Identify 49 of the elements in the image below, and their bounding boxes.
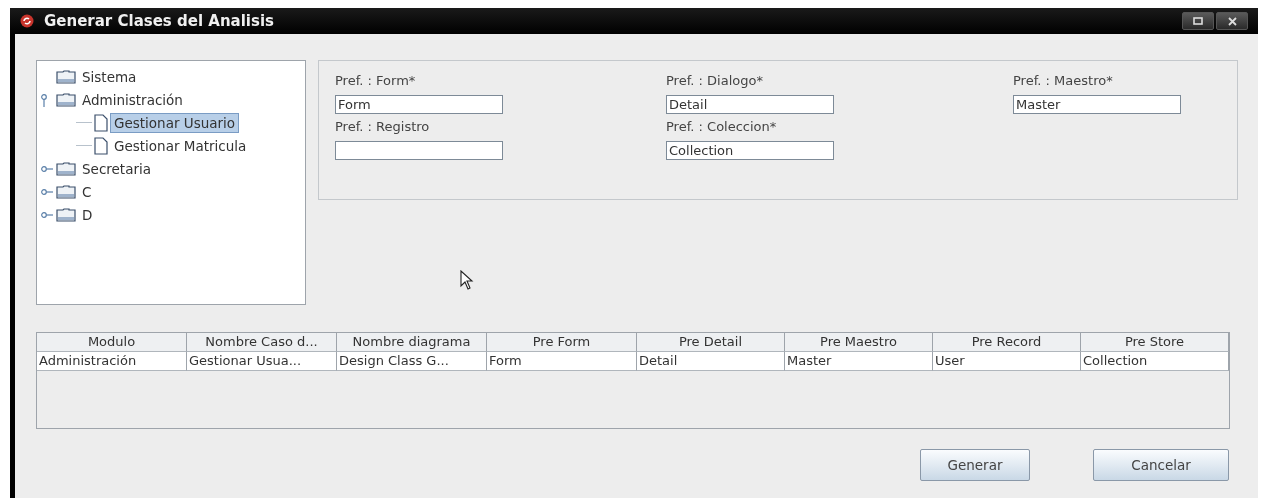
document-item[interactable]: Gestionar Usuario	[110, 112, 240, 133]
table-cell: Design Class G...	[337, 352, 487, 371]
maximize-button[interactable]	[1182, 12, 1214, 30]
document-icon	[94, 136, 108, 155]
table-cell: Administración	[37, 352, 187, 371]
column-header[interactable]: Pre Form	[487, 333, 637, 352]
input-field[interactable]: Form	[335, 95, 503, 114]
window-title: Generar Clases del Analisis	[44, 12, 274, 30]
document-item[interactable]: Gestionar Matricula	[110, 135, 251, 156]
column-header[interactable]: Pre Store	[1081, 333, 1229, 352]
field-label: Pref. : Coleccion*	[666, 119, 778, 134]
folder-icon	[56, 161, 76, 176]
table-cell: Master	[785, 352, 933, 371]
folder-item[interactable]: D	[78, 204, 97, 225]
app-icon	[20, 14, 34, 28]
table-cell: Detail	[637, 352, 785, 371]
dialog-button[interactable]: Generar	[920, 449, 1030, 481]
folder-item[interactable]: Sistema	[78, 66, 141, 87]
cursor-icon	[460, 270, 474, 290]
maximize-icon	[1193, 17, 1203, 25]
input-field[interactable]: Detail	[666, 95, 834, 114]
column-header[interactable]: Modulo	[37, 333, 187, 352]
folder-icon	[56, 184, 76, 199]
column-header[interactable]: Pre Maestro	[785, 333, 933, 352]
field-label: Pref. : Maestro*	[1013, 73, 1114, 88]
folder-item[interactable]: C	[78, 181, 96, 202]
folder-icon	[56, 92, 76, 107]
field-label: Pref. : Dialogo*	[666, 73, 764, 88]
document-icon	[94, 113, 108, 132]
table-cell: Collection	[1081, 352, 1229, 371]
table-cell: Form	[487, 352, 637, 371]
folder-item[interactable]: Secretaria	[78, 158, 155, 179]
column-header[interactable]: Pre Record	[933, 333, 1081, 352]
column-header[interactable]: Nombre diagrama	[337, 333, 487, 352]
close-icon	[1227, 16, 1237, 26]
input-field[interactable]: Master	[1013, 95, 1181, 114]
folder-icon	[56, 207, 76, 222]
close-button[interactable]	[1216, 12, 1248, 30]
column-header[interactable]: Nombre Caso d...	[187, 333, 337, 352]
input-field[interactable]	[335, 141, 503, 160]
field-label: Pref. : Form*	[335, 73, 417, 88]
table-cell: User	[933, 352, 1081, 371]
column-header[interactable]: Pre Detail	[637, 333, 785, 352]
table-cell: Gestionar Usua...	[187, 352, 337, 371]
field-label: Pref. : Registro	[335, 119, 431, 134]
folder-item[interactable]: Administración	[78, 89, 187, 110]
folder-icon	[56, 69, 76, 84]
dialog-button[interactable]: Cancelar	[1093, 449, 1229, 481]
input-field[interactable]: Collection	[666, 141, 834, 160]
